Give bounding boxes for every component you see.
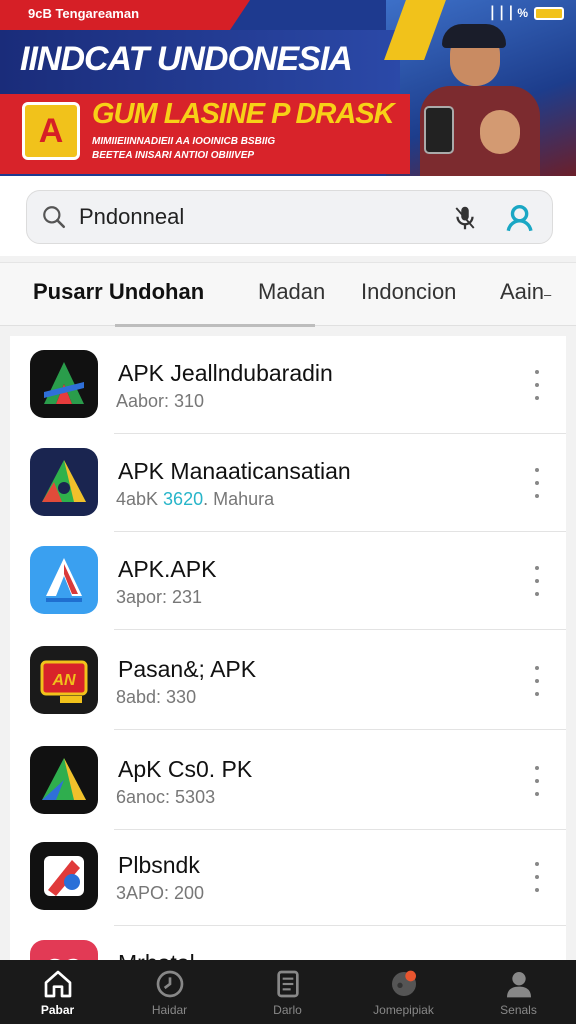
app-icon-a-blue	[30, 546, 98, 614]
banner-title: IINDCAT UNDONESIA	[20, 40, 353, 78]
tab-pusarr-undohan[interactable]: Pusarr Undohan	[33, 279, 204, 305]
app-subtitle-text: 4abK	[116, 489, 164, 509]
battery-icon	[534, 6, 564, 20]
profile-icon	[506, 972, 531, 998]
active-tab-indicator	[115, 324, 315, 327]
banner-officer-image	[410, 20, 550, 176]
banner-subtitle: GUM LASINE P DRASK	[92, 98, 395, 130]
nav-profile-label: Senals	[500, 1003, 537, 1017]
app-title: APK.APK	[118, 556, 217, 582]
search-input[interactable]	[79, 204, 459, 230]
more-options-icon[interactable]	[530, 566, 544, 596]
app-subtitle-text: 6anoc: 5303	[116, 787, 216, 807]
nav-documents[interactable]: Darlo	[230, 960, 345, 1024]
clock-icon	[156, 970, 183, 998]
app-subtitle-tail: . Mahura	[203, 489, 275, 509]
mic-icon[interactable]	[450, 203, 480, 233]
app-list: APK Jeallndubaradin Aabor: 310 APK Manaa…	[10, 336, 566, 966]
app-icon-a-green	[30, 746, 98, 814]
banner-tagline-2: BEETEA INISARI ANTIOI OBIIIVEP	[92, 150, 255, 161]
chat-icon	[391, 970, 416, 996]
nav-messages-label: Jomepipiak	[373, 1003, 434, 1017]
status-bar-text: 9cB Tengareaman	[28, 6, 140, 21]
divider	[114, 629, 566, 630]
app-title: APK Manaaticansatian	[118, 458, 351, 484]
tab-madan[interactable]: Madan	[258, 279, 325, 305]
nav-history-label: Haidar	[151, 1003, 188, 1017]
app-icon-apk-card: AN	[30, 646, 98, 714]
more-options-icon[interactable]	[530, 862, 544, 892]
tab-indoncion[interactable]: Indoncion	[361, 279, 456, 305]
app-subtitle-text: 8abd: 330	[116, 687, 197, 707]
list-item[interactable]: AN Pasan&; APK 8abd: 330	[10, 632, 566, 730]
search-icon	[43, 206, 66, 229]
banner-logo-icon: A	[22, 102, 80, 160]
app-icon-pen-red	[30, 842, 98, 910]
signal-icon: ▕▕▕	[483, 6, 512, 20]
category-tabs: Pusarr Undohan Madan Indoncion Aain–	[0, 262, 576, 327]
app-title: APK Jeallndubaradin	[118, 360, 333, 386]
app-subtitle: 6anoc: 5303	[116, 787, 215, 808]
nav-profile[interactable]: Senals	[461, 960, 576, 1024]
status-bar-icons: ▕▕▕ %	[484, 6, 564, 20]
app-subtitle: 4abK 3620. Mahura	[116, 489, 274, 510]
app-subtitle: 3apor: 231	[116, 587, 202, 608]
app-icon-a-triangle	[30, 448, 98, 516]
app-subtitle: Aabor: 310	[116, 391, 204, 412]
nav-history[interactable]: Haidar	[112, 960, 227, 1024]
list-item[interactable]: Plbsndk 3APO: 200	[10, 828, 566, 926]
divider	[114, 729, 566, 730]
app-title: ApK Cs0. PK	[118, 756, 253, 782]
list-item[interactable]: APK Manaaticansatian 4abK 3620. Mahura	[10, 434, 566, 532]
tab-aain[interactable]: Aain–	[500, 279, 551, 305]
app-title: Plbsndk	[118, 852, 200, 878]
app-subtitle-text: Aabor: 310	[116, 391, 205, 411]
list-item[interactable]: APK.APK 3apor: 231	[10, 532, 566, 630]
chevron-down-icon: –	[544, 287, 552, 302]
more-options-icon[interactable]	[530, 468, 544, 498]
bottom-navigation: Pabar Haidar Darlo Jomepipiak Senals	[0, 960, 576, 1024]
tab-aain-label: Aain	[500, 279, 545, 304]
nav-home-label: Pabar	[40, 1003, 75, 1017]
app-screen: 9cB Tengareaman ▕▕▕ % IINDCAT UNDONESIA …	[0, 0, 576, 1024]
search-bar-area	[0, 176, 576, 256]
app-subtitle: 3APO: 200	[116, 883, 204, 904]
home-icon	[44, 970, 71, 998]
promo-banner[interactable]: 9cB Tengareaman ▕▕▕ % IINDCAT UNDONESIA …	[0, 0, 576, 176]
search-box[interactable]	[26, 190, 553, 244]
banner-tagline-1: MIMIIEIINNADIEII AA IOOINICB BSBIIG	[92, 136, 276, 147]
nav-documents-label: Darlo	[273, 1003, 302, 1017]
app-icon-a-arrow	[30, 350, 98, 418]
document-icon	[276, 970, 299, 998]
app-subtitle-text: 3APO: 200	[116, 883, 205, 903]
app-subtitle: 8abd: 330	[116, 687, 196, 708]
app-subtitle-text: 3apor: 231	[116, 587, 203, 607]
app-version-highlight: 3620	[163, 489, 204, 509]
battery-percent: %	[517, 6, 528, 20]
list-item[interactable]: ApK Cs0. PK 6anoc: 5303	[10, 732, 566, 830]
more-options-icon[interactable]	[530, 666, 544, 696]
more-options-icon[interactable]	[530, 370, 544, 400]
nav-messages[interactable]: Jomepipiak	[346, 960, 461, 1024]
more-options-icon[interactable]	[530, 766, 544, 796]
nav-home[interactable]: Pabar	[0, 960, 115, 1024]
list-item[interactable]: APK Jeallndubaradin Aabor: 310	[10, 336, 566, 434]
app-title: Pasan&; APK	[118, 656, 257, 682]
account-search-icon[interactable]	[504, 201, 538, 235]
svg-text:AN: AN	[51, 672, 76, 689]
